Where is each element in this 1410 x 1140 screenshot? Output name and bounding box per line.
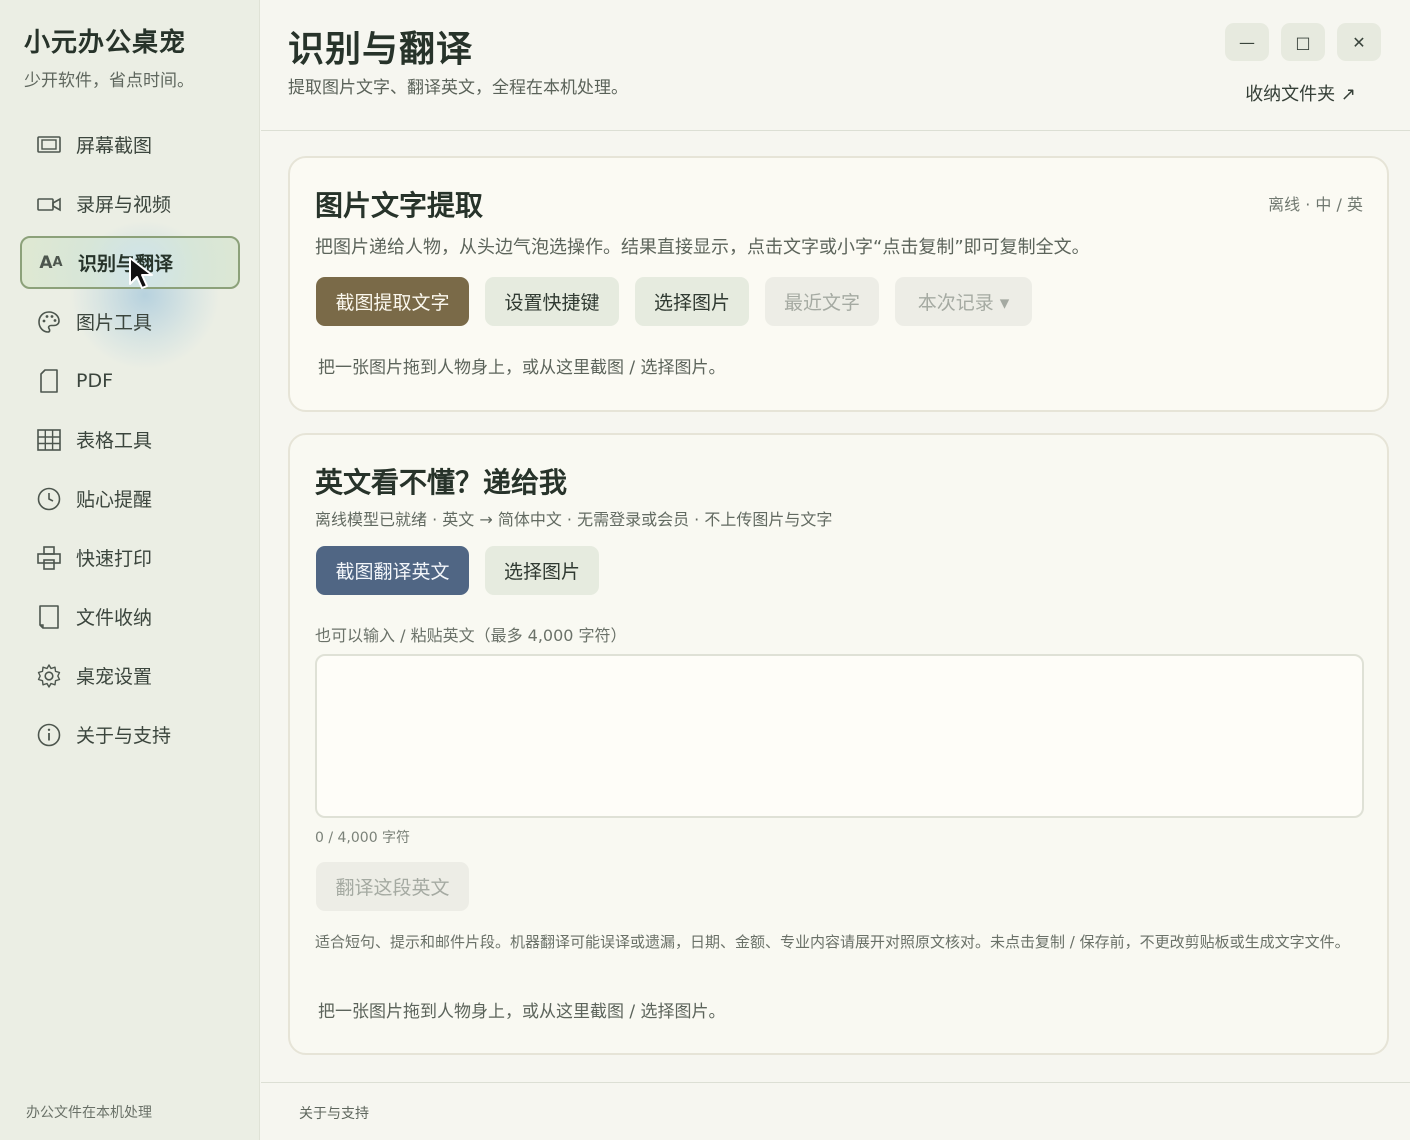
table-icon (36, 427, 62, 453)
video-camera-icon (36, 191, 62, 217)
recent-text-button[interactable]: 最近文字 (765, 277, 879, 326)
ocr-card: 图片文字提取 离线 · 中 / 英 把图片递给人物，从头边气泡选操作。结果直接显… (288, 156, 1389, 412)
session-history-dropdown[interactable]: 本次记录 ▾ (895, 277, 1032, 326)
english-text-input[interactable] (315, 654, 1364, 818)
sidebar-item-file-storage[interactable]: 文件收纳 (20, 590, 240, 643)
close-button[interactable]: ✕ (1337, 23, 1381, 61)
document-icon (36, 368, 62, 394)
translate-input-label: 也可以输入 / 粘贴英文（最多 4,000 字符） (315, 626, 627, 645)
ocr-mode-tag: 离线 · 中 / 英 (1268, 195, 1363, 214)
ocr-card-description: 把图片递给人物，从头边气泡选操作。结果直接显示，点击文字或小字“点击复制”即可复… (315, 237, 1090, 258)
sidebar-nav: 屏幕截图 录屏与视频 AA 识别与翻译 图片工具 PDF 表格工具 贴心提醒 快… (20, 118, 240, 767)
translate-model-status: 离线模型已就绪 · 英文 → 简体中文 · 无需登录或会员 · 不上传图片与文字 (315, 510, 833, 529)
page-footer: 关于与支持 (261, 1082, 1410, 1140)
minimize-icon: — (1239, 32, 1255, 52)
printer-icon (36, 545, 62, 571)
brand-title: 小元办公桌宠 (24, 28, 187, 58)
minimize-button[interactable]: — (1225, 23, 1269, 61)
clock-icon (36, 486, 62, 512)
sidebar-item-label: 关于与支持 (76, 725, 172, 747)
sidebar-item-print[interactable]: 快速打印 (20, 531, 240, 584)
sidebar-item-label: 贴心提醒 (76, 489, 153, 511)
gear-icon (36, 663, 62, 689)
translate-card: 英文看不懂？递给我 离线模型已就绪 · 英文 → 简体中文 · 无需登录或会员 … (288, 433, 1389, 1055)
page-subtitle: 提取图片文字、翻译英文，全程在本机处理。 (288, 78, 628, 98)
translate-choose-image-button[interactable]: 选择图片 (485, 546, 599, 595)
sidebar-item-reminders[interactable]: 贴心提醒 (20, 472, 240, 525)
ocr-card-title: 图片文字提取 (315, 189, 484, 222)
sidebar-item-screenshot[interactable]: 屏幕截图 (20, 118, 240, 171)
sidebar-item-label: 快速打印 (76, 548, 153, 570)
set-shortcut-button[interactable]: 设置快捷键 (485, 277, 619, 326)
palette-icon (36, 309, 62, 335)
sidebar-item-pdf[interactable]: PDF (20, 354, 240, 407)
sidebar-item-label: 录屏与视频 (76, 194, 172, 216)
sidebar-item-record[interactable]: 录屏与视频 (20, 177, 240, 230)
translation-disclaimer: 适合短句、提示和邮件片段。机器翻译可能误译或遗漏，日期、金额、专业内容请展开对照… (315, 933, 1350, 951)
translate-card-title: 英文看不懂？递给我 (315, 466, 568, 499)
sidebar-item-label: 表格工具 (76, 430, 153, 452)
sidebar-footer-note: 办公文件在本机处理 (26, 1105, 152, 1121)
sidebar-item-image-tools[interactable]: 图片工具 (20, 295, 240, 348)
translate-drop-hint: 把一张图片拖到人物身上，或从这里截图 / 选择图片。 (318, 1002, 726, 1022)
folder-icon (36, 604, 62, 630)
page-title: 识别与翻译 (288, 29, 474, 70)
page-header: 识别与翻译 提取图片文字、翻译英文，全程在本机处理。 — □ ✕ 收纳文件夹 ↗ (261, 0, 1410, 131)
sidebar: 小元办公桌宠 少开软件，省点时间。 屏幕截图 录屏与视频 AA 识别与翻译 图片… (0, 0, 260, 1140)
sidebar-item-label: 文件收纳 (76, 607, 153, 629)
sidebar-item-label: 桌宠设置 (76, 666, 153, 688)
screenshot-icon (36, 132, 62, 158)
character-counter: 0 / 4,000 字符 (315, 830, 411, 846)
capture-ocr-button[interactable]: 截图提取文字 (316, 277, 469, 326)
sidebar-item-translate[interactable]: AA 识别与翻译 (20, 236, 240, 289)
about-support-link[interactable]: 关于与支持 (299, 1103, 369, 1123)
translate-text-button[interactable]: 翻译这段英文 (316, 862, 469, 911)
sidebar-item-table-tools[interactable]: 表格工具 (20, 413, 240, 466)
maximize-icon: □ (1295, 32, 1311, 52)
sidebar-item-about[interactable]: 关于与支持 (20, 708, 240, 761)
choose-image-button[interactable]: 选择图片 (635, 277, 749, 326)
capture-translate-button[interactable]: 截图翻译英文 (316, 546, 469, 595)
sidebar-item-label: 识别与翻译 (78, 253, 174, 275)
app-window: 小元办公桌宠 少开软件，省点时间。 屏幕截图 录屏与视频 AA 识别与翻译 图片… (0, 0, 1410, 1140)
sidebar-item-settings[interactable]: 桌宠设置 (20, 649, 240, 702)
sidebar-item-label: 图片工具 (76, 312, 153, 334)
ocr-drop-hint: 把一张图片拖到人物身上，或从这里截图 / 选择图片。 (318, 358, 726, 378)
sidebar-item-label: PDF (76, 369, 114, 392)
open-storage-folder-link[interactable]: 收纳文件夹 ↗ (1245, 80, 1356, 106)
info-icon (36, 722, 62, 748)
translate-icon: AA (39, 252, 63, 273)
maximize-button[interactable]: □ (1281, 23, 1325, 61)
sidebar-item-label: 屏幕截图 (76, 135, 153, 157)
brand-subtitle: 少开软件，省点时间。 (24, 71, 194, 91)
close-icon: ✕ (1352, 32, 1366, 52)
